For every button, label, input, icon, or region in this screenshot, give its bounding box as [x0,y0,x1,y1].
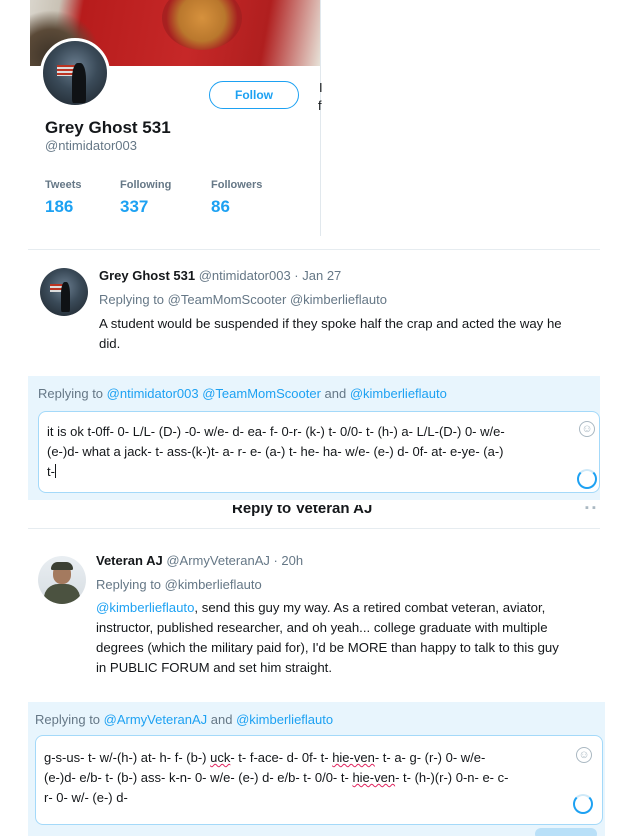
reply-line: r- 0- w/- (e-) d- [44,790,128,805]
emoji-icon[interactable]: ☺ [576,747,592,763]
stat-value: 86 [211,197,230,216]
reply-text-part: - t- f-ace- d- 0f- t- [230,750,333,765]
tweet-body: @kimberlieflauto, send this guy my way. … [96,598,611,678]
body-mention[interactable]: @kimberlieflauto [96,600,194,615]
divider [28,249,600,250]
reply-textarea[interactable]: it is ok t-0ff- 0- L/L- (D-) -0- w/e- d-… [38,411,600,493]
replying-to: Replying to @TeamMomScooter @kimberliefl… [99,292,387,307]
tweet-avatar[interactable] [38,556,86,604]
profile-card: Follow Grey Ghost 531 @ntimidator003 Twe… [30,0,321,236]
reply-text-part: g-s-us- t- w/-(h-) at- h- f- (b-) [44,750,211,765]
emoji-icon[interactable]: ☺ [579,421,595,437]
profile-name[interactable]: Grey Ghost 531 [45,118,171,138]
profile-handle[interactable]: @ntimidator003 [45,138,137,153]
reply-text-part: - t- a- g- (r-) 0- w/e- [374,750,486,765]
tweet-line: in PUBLIC FORUM and set him straight. [96,660,332,675]
reply-composer: Replying to @ntimidator003 @TeamMomScoot… [28,376,600,500]
avatar-body [44,584,80,604]
stat-label: Following [120,179,172,191]
avatar-figure [61,282,70,312]
replying-joiner: and [320,386,350,401]
replying-prefix: Replying to [99,292,168,307]
replying-prefix: Replying to [38,386,107,401]
replying-mentions[interactable]: @kimberlieflauto [236,712,333,727]
clipped-text: I [319,80,323,95]
tweet-body: A student would be suspended if they spo… [99,314,609,354]
reply-line: it is ok t-0ff- 0- L/L- (D-) -0- w/e- d-… [47,424,505,439]
text-caret [54,464,56,478]
reply-line: g-s-us- t- w/-(h-) at- h- f- (b-) uck- t… [44,748,508,768]
stat-value: 186 [45,197,74,216]
replying-prefix: Replying to [35,712,104,727]
tweet-line: A student would be suspended if they spo… [99,316,562,331]
reply-dialog-title: Reply to Veteran AJ [232,505,373,517]
stat-label: Tweets [45,179,82,191]
stat-value: 337 [120,197,149,216]
tweet-line: @kimberlieflauto, send this guy my way. … [96,598,611,618]
replying-mentions[interactable]: @kimberlieflauto [165,577,262,592]
misspelled-word: hie-ven [352,770,396,785]
banner-emblem [162,0,242,50]
reply-line: (e-)d- what a jack- t- ass-(k-)t- a- r- … [47,444,504,459]
misspelled-word: uck [210,750,231,765]
clipped-text: f [318,98,322,113]
tweet-avatar[interactable] [40,268,88,316]
tweet-author-name[interactable]: Veteran AJ [96,553,163,568]
replying-mentions[interactable]: @TeamMomScooter @kimberlieflauto [168,292,387,307]
tweet-header: Veteran AJ @ArmyVeteranAJ · 20h [96,553,303,568]
reply-text: it is ok t-0ff- 0- L/L- (D-) -0- w/e- d-… [47,422,505,482]
card-divider [320,0,321,236]
tweet-header: Grey Ghost 531 @ntimidator003 · Jan 27 [99,268,341,283]
profile-avatar[interactable] [40,38,110,108]
reply-composer: Replying to @ArmyVeteranAJ and @kimberli… [28,702,605,836]
tweet-meta[interactable]: @ArmyVeteranAJ · 20h [166,553,303,568]
follow-button[interactable]: Follow [209,81,299,109]
tweet-line: instructor, published researcher, and oh… [96,620,548,635]
composer-replying-to: Replying to @ArmyVeteranAJ and @kimberli… [35,712,333,727]
stat-tweets[interactable]: Tweets 186 [45,179,81,217]
tweet-line-text: , send this guy my way. As a retired com… [194,600,546,615]
tweet-meta[interactable]: @ntimidator003 · Jan 27 [199,268,342,283]
stat-label: Followers [211,179,263,191]
reply-text-part: (e-)d- e/b- t- (b-) ass- k-n- 0- w/e- (e… [44,770,353,785]
character-counter-icon [577,469,597,489]
stat-followers[interactable]: Followers 86 [211,179,262,217]
dots-icon: ▪ ▪ [585,505,596,514]
replying-mentions[interactable]: @ArmyVeteranAJ [104,712,208,727]
misspelled-word: hie-ven [332,750,375,765]
tweet-line: did. [99,336,121,351]
reply-line: (e-)d- e/b- t- (b-) ass- k-n- 0- w/e- (e… [44,768,508,788]
reply-text: g-s-us- t- w/-(h-) at- h- f- (b-) uck- t… [44,748,508,808]
avatar-cap [51,562,73,570]
reply-line-text: t- [47,464,55,479]
replying-joiner: and [207,712,237,727]
reply-button[interactable] [535,828,597,836]
avatar-figure [72,63,86,103]
replying-mentions[interactable]: @ntimidator003 @TeamMomScooter [107,386,321,401]
replying-prefix: Replying to [96,577,165,592]
composer-replying-to: Replying to @ntimidator003 @TeamMomScoot… [38,386,447,401]
replying-mentions[interactable]: @kimberlieflauto [350,386,447,401]
tweet-line: degrees (which the military paid for), I… [96,640,559,655]
reply-text-part: - t- (h-)(r-) 0-n- e- c- [395,770,509,785]
replying-to: Replying to @kimberlieflauto [96,577,262,592]
reply-textarea[interactable]: g-s-us- t- w/-(h-) at- h- f- (b-) uck- t… [35,735,603,825]
character-counter-icon [573,794,593,814]
divider [28,528,600,529]
tweet-author-name[interactable]: Grey Ghost 531 [99,268,195,283]
stat-following[interactable]: Following 337 [120,179,171,217]
reply-line: t- [47,462,505,482]
